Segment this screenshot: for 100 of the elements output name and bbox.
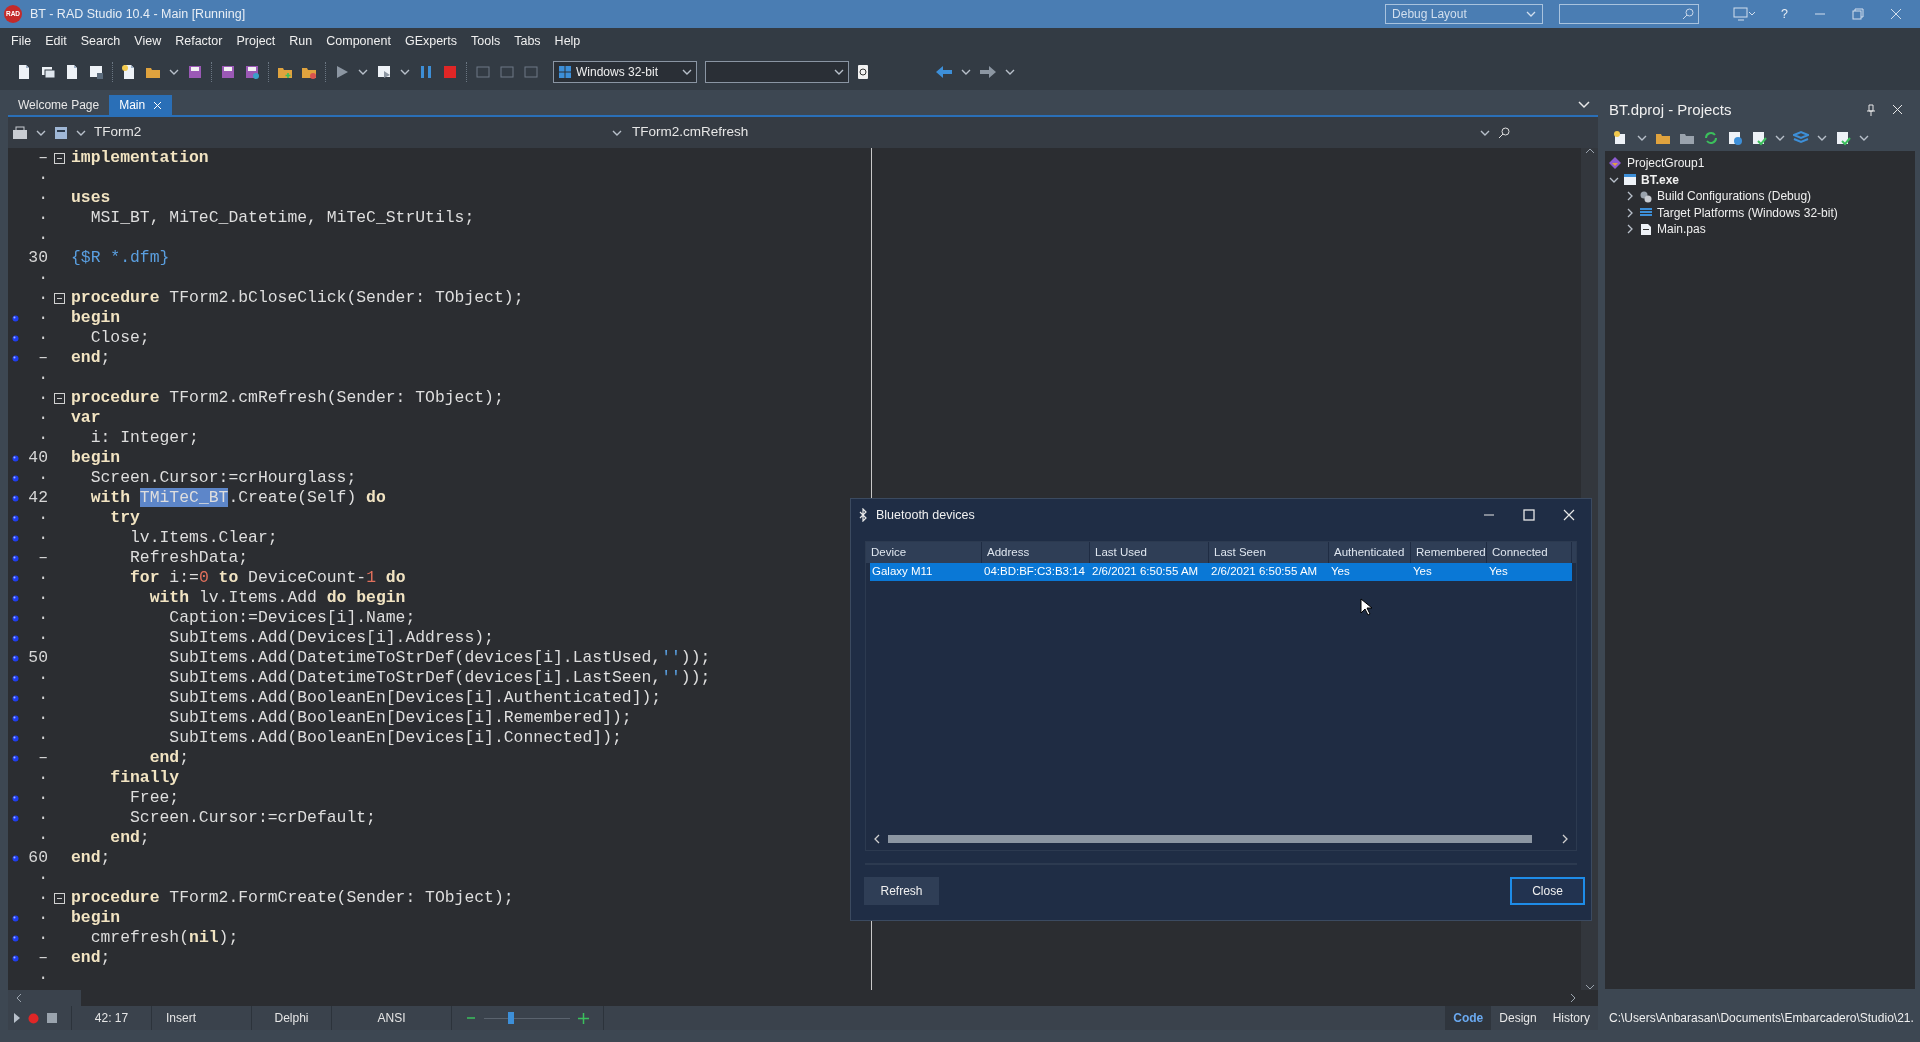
file-path: C:\Users\Anbarasan\Documents\Embarcadero\Studio\21. <box>1609 1009 1914 1027</box>
dialog-button[interactable]: Refresh <box>864 877 939 905</box>
window-icon[interactable] <box>376 64 392 80</box>
menu-item[interactable]: File <box>4 31 39 51</box>
chevron-right-icon[interactable] <box>1625 224 1635 235</box>
tree-item[interactable]: Main.pas <box>1657 220 1706 239</box>
form-icon[interactable] <box>88 64 104 80</box>
gutter-mark: · <box>38 688 48 707</box>
view-tab[interactable]: Code <box>1445 1006 1492 1030</box>
menu-item[interactable]: Edit <box>38 31 74 51</box>
arrow-right-icon[interactable] <box>1562 834 1568 844</box>
save-icon[interactable] <box>220 64 236 80</box>
view-tab[interactable]: Design <box>1491 1006 1545 1030</box>
gutter-mark: · <box>38 968 48 987</box>
save-icon[interactable] <box>187 64 203 80</box>
code-line: procedure TForm2.bCloseClick(Sender: TObject); <box>71 288 524 308</box>
method-combo[interactable]: TForm2.cmRefresh <box>632 122 1472 143</box>
menu-item[interactable]: Component <box>319 31 398 51</box>
close-icon[interactable] <box>1563 509 1575 521</box>
menu-item[interactable]: GExperts <box>397 31 464 51</box>
close-icon[interactable] <box>1892 104 1903 115</box>
form-icon[interactable] <box>54 125 68 140</box>
windows-icon[interactable] <box>40 64 56 80</box>
caret-icon[interactable] <box>400 68 410 76</box>
gutter-mark: – <box>38 548 48 567</box>
collapse-icon[interactable] <box>54 292 65 304</box>
caret-icon[interactable] <box>1480 128 1490 137</box>
menu-item[interactable]: Project <box>229 31 283 51</box>
window-icon <box>1623 173 1637 187</box>
document-icon[interactable] <box>64 64 80 80</box>
gutter-mark: · <box>38 888 48 907</box>
document-icon[interactable] <box>121 64 137 80</box>
check-icon[interactable] <box>1751 130 1767 146</box>
tree-item[interactable]: ProjectGroup1 <box>1627 154 1705 173</box>
tree-item[interactable]: BT.exe <box>1641 170 1680 189</box>
zoom-in-icon[interactable] <box>578 1012 589 1024</box>
code-line: SubItems.Add(DatetimeToStrDef(devices[i].LastSeen,'')); <box>168 668 711 688</box>
run-icon[interactable] <box>14 1013 20 1023</box>
caret-icon[interactable] <box>169 68 179 76</box>
code-line: procedure TForm2.cmRefresh(Sender: TObject); <box>71 388 504 408</box>
play-icon[interactable] <box>334 64 350 80</box>
maximize-icon[interactable] <box>1523 509 1535 521</box>
editor-tab[interactable]: Main <box>109 95 173 115</box>
device-row[interactable]: Galaxy M11 04:BD:BF:C3:B3:14 2/6/2021 6:50:55 AM 2/6/2021 6:50:55 AM Yes Yes Yes <box>870 563 1572 581</box>
caret-icon[interactable] <box>612 128 622 137</box>
caret-icon[interactable] <box>1817 134 1827 142</box>
menu-item[interactable]: Refactor <box>168 31 230 51</box>
caret-icon[interactable] <box>1859 134 1869 142</box>
caret-icon[interactable] <box>961 68 971 76</box>
layers-icon[interactable] <box>1793 130 1809 146</box>
menu-item[interactable]: Tabs <box>507 31 548 51</box>
menu-item[interactable]: View <box>127 31 169 51</box>
document-icon[interactable] <box>16 64 32 80</box>
caret-icon[interactable] <box>76 128 86 137</box>
class-combo[interactable]: TForm2 <box>94 122 604 143</box>
save-icon[interactable] <box>244 64 260 80</box>
scrollbar-thumb[interactable] <box>888 835 1532 843</box>
device-combo[interactable] <box>705 61 849 83</box>
dialog-button[interactable]: Close <box>1510 877 1585 905</box>
build-icon[interactable] <box>1727 130 1743 146</box>
menu-item[interactable]: Search <box>73 31 128 51</box>
code-line: {$R *.dfm} <box>71 248 170 268</box>
tree-item[interactable]: Target Platforms (Windows 32-bit) <box>1657 203 1838 222</box>
pin-icon[interactable] <box>1866 104 1876 116</box>
platform-combo[interactable]: Windows 32-bit <box>553 61 697 83</box>
pause-icon[interactable] <box>418 64 434 80</box>
gutter-mark: · <box>38 708 48 727</box>
caret-icon[interactable] <box>36 128 46 137</box>
help-button[interactable]: ? <box>1781 4 1788 24</box>
chevron-right-icon[interactable] <box>1625 207 1635 218</box>
gutter-mark: · <box>38 608 48 627</box>
caret-icon[interactable] <box>1637 134 1647 142</box>
collapse-icon[interactable] <box>54 892 65 904</box>
caret-icon[interactable] <box>1775 134 1785 142</box>
menu-item[interactable]: Tools <box>464 31 508 51</box>
gutter-mark: · <box>38 728 48 747</box>
menu-item[interactable]: Run <box>282 31 320 51</box>
dropdown-icon[interactable] <box>1578 101 1590 109</box>
view-tab[interactable]: History <box>1544 1006 1598 1030</box>
table-cell-text: Yes <box>1331 564 1350 580</box>
search-field[interactable] <box>1559 4 1700 24</box>
arrow-left-icon[interactable] <box>874 834 880 844</box>
caret-icon[interactable] <box>1005 68 1015 76</box>
check-icon[interactable] <box>1835 130 1851 146</box>
refresh-icon[interactable] <box>1703 130 1719 146</box>
chevron-right-icon[interactable] <box>1625 191 1635 202</box>
stop-icon[interactable] <box>442 64 458 80</box>
collapse-icon[interactable] <box>54 152 65 164</box>
editor-tab[interactable]: Welcome Page <box>8 95 110 115</box>
toolbox-icon[interactable] <box>12 125 28 140</box>
menu-item[interactable]: Help <box>547 31 588 51</box>
device-icon[interactable] <box>857 64 869 80</box>
arrow-right-icon[interactable] <box>1570 993 1576 1003</box>
search-icon[interactable] <box>1498 126 1510 139</box>
collapse-icon[interactable] <box>54 392 65 404</box>
caret-icon[interactable] <box>358 68 368 76</box>
arrow-right-icon[interactable] <box>979 65 997 79</box>
zoom-slider[interactable] <box>508 1012 514 1024</box>
tree-item[interactable]: Build Configurations (Debug) <box>1657 187 1812 206</box>
scrollbar[interactable] <box>8 990 81 1006</box>
